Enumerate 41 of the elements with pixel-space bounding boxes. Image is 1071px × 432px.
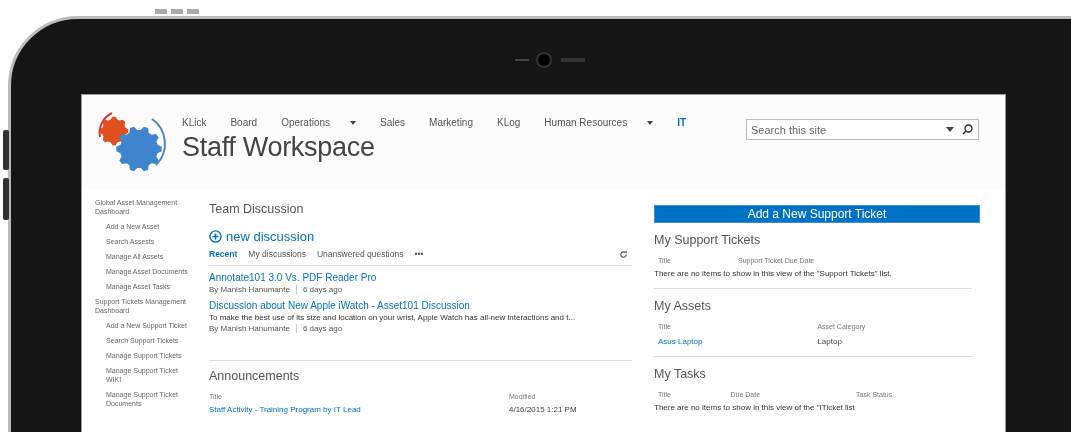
- discussion-tab[interactable]: Recent: [209, 249, 238, 259]
- refresh-icon[interactable]: [619, 249, 628, 259]
- dropdown-caret-icon: [350, 120, 357, 125]
- section-title: My Assets: [654, 299, 712, 313]
- add-ticket-button[interactable]: Add a New Support Ticket: [654, 205, 980, 223]
- section-title: My Support Tickets: [654, 233, 762, 247]
- search-icon[interactable]: [962, 124, 973, 135]
- dropdown-caret-icon: [647, 120, 654, 125]
- discussion-excerpt: To make the best use of its size and location on your wrist, Apple Watch has all-new interactions and t...: [209, 313, 577, 322]
- author-text: By Manish Hanumante: [209, 324, 290, 333]
- nav-link[interactable]: Operations: [281, 117, 357, 128]
- discussion-title-link[interactable]: Discussion about New Apple iWatch - Asset101 Discussion: [209, 300, 632, 311]
- empty-message: There are no items to show in this view of the "Support Tickets" list.: [654, 269, 893, 278]
- search-field[interactable]: Search this site: [746, 119, 979, 140]
- dropdown-caret-icon[interactable]: [946, 127, 954, 132]
- post-age: 6 days ago: [295, 324, 343, 333]
- site-title: Staff Workspace: [182, 132, 376, 163]
- asset-link[interactable]: Asus Laptop: [658, 337, 818, 346]
- nav-link[interactable]: Sales: [380, 117, 406, 128]
- nav-link[interactable]: KLick: [182, 117, 207, 128]
- discussion-tab[interactable]: Unanswered questions: [317, 249, 404, 259]
- new-discussion-link[interactable]: new discussion: [209, 229, 315, 244]
- author-text: By Manish Hanumante: [209, 285, 290, 294]
- plus-circle-icon: [209, 230, 222, 243]
- more-button[interactable]: •••: [414, 249, 424, 259]
- discussion-title-link[interactable]: Annotate101 3.0 Vs. PDF Reader Pro: [209, 272, 632, 283]
- discussion-tab[interactable]: My discussions: [248, 249, 306, 259]
- post-age: 6 days ago: [295, 285, 343, 294]
- table-cell-text: 4/16/2015 1:21 PM: [509, 405, 578, 414]
- nav-link[interactable]: KLog: [497, 117, 521, 128]
- nav-link[interactable]: Marketing: [429, 117, 473, 128]
- empty-message: There are no items to show in this view of the "ITicket list: [654, 403, 856, 412]
- nav-link[interactable]: Human Resources: [544, 117, 654, 128]
- announcement-link[interactable]: Staff Activity - Training Program by IT Lead: [209, 405, 509, 414]
- section-title: My Tasks: [654, 367, 707, 381]
- section-title: Announcements: [209, 369, 301, 383]
- table-cell-text: Laptop: [817, 337, 843, 346]
- section-title: Team Discussion: [209, 202, 305, 216]
- nav-link[interactable]: IT: [677, 117, 687, 128]
- nav-link[interactable]: Board: [230, 117, 258, 128]
- tablet-buttons-drawing: [155, 9, 199, 14]
